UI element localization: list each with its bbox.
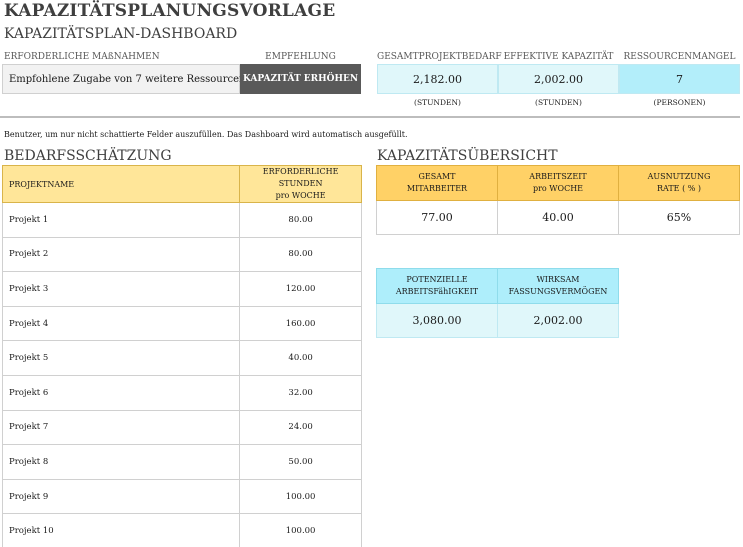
project-name-cell[interactable]: Projekt 10 — [1, 513, 241, 547]
col-required-hours-line1: ERFORDERLICHE STUNDEN — [262, 167, 339, 188]
project-name-cell[interactable]: Projekt 1 — [1, 202, 241, 238]
required-hours-cell[interactable]: 24.00 — [239, 409, 362, 446]
total-demand-label: GESAMTPROJEKTBEDARF — [377, 52, 502, 62]
col-potential-capacity: POTENZIELLE ARBEITSFähIGKEIT — [376, 268, 498, 304]
table-row: Projekt 7 24.00 — [1, 409, 362, 446]
capacity-potential-table: POTENZIELLE ARBEITSFähIGKEIT WIRKSAM FASSU… — [376, 268, 619, 338]
actions-label: ERFORDERLICHE MAßNAHMEN — [4, 52, 160, 62]
table-row: Projekt 9 100.00 — [1, 478, 362, 515]
total-demand-unit: (STUNDEN) — [414, 98, 461, 107]
resource-shortage-unit: (PERSONEN) — [653, 98, 706, 107]
effective-capacity-total: 2,002.00 — [497, 303, 619, 338]
table-row: Projekt 5 40.00 — [1, 340, 362, 376]
project-name-cell[interactable]: Projekt 3 — [1, 271, 241, 307]
project-name-cell[interactable]: Projekt 9 — [1, 478, 241, 515]
required-hours-cell[interactable]: 160.00 — [239, 305, 362, 342]
page-subtitle: KAPAZITÄTSPLAN-DASHBOARD — [4, 26, 238, 42]
effective-capacity-label: EFFEKTIVE KAPAZITÄT — [503, 52, 614, 62]
table-row: Projekt 6 32.00 — [1, 374, 362, 411]
col-required-hours-line2: pro WOCHE — [275, 191, 326, 200]
demand-section-title: BEDARFSSCHÄTZUNG — [4, 148, 172, 164]
action-text: Empfohlene Zugabe von 7 weitere Ressourc… — [2, 64, 249, 94]
col-total-employees: GESAMT MITARBEITER — [376, 165, 498, 201]
total-demand-value: 2,182.00 — [377, 64, 498, 94]
col-effective-capacity: WIRKSAM FASSUNGSVERMÖGEN — [497, 268, 619, 304]
table-row: Projekt 2 80.00 — [1, 236, 362, 273]
capacity-summary-table: GESAMT MITARBEITER ARBEITSZEIT pro WOCHE A… — [376, 165, 740, 235]
required-hours-cell[interactable]: 80.00 — [239, 236, 362, 273]
capacity-section-title: KAPAZITÄTSÜBERSICHT — [377, 148, 558, 164]
project-name-cell[interactable]: Projekt 5 — [1, 340, 241, 376]
potential-capacity-value: 3,080.00 — [376, 303, 498, 338]
required-hours-cell[interactable]: 32.00 — [239, 374, 362, 411]
table-row: Projekt 3 120.00 — [1, 271, 362, 307]
project-name-cell[interactable]: Projekt 8 — [1, 444, 241, 480]
required-hours-cell[interactable]: 80.00 — [239, 202, 362, 238]
table-row: Projekt 10 100.00 — [1, 513, 362, 547]
required-hours-cell[interactable]: 100.00 — [239, 478, 362, 515]
effective-capacity-unit: (STUNDEN) — [535, 98, 582, 107]
project-name-cell[interactable]: Projekt 4 — [1, 305, 241, 342]
increase-capacity-button[interactable]: KAPAZITÄT ERHÖHEN — [240, 64, 361, 94]
instruction-text: Benutzer, um nur nicht schattierte Felde… — [4, 130, 408, 139]
required-hours-cell[interactable]: 40.00 — [239, 340, 362, 376]
required-hours-cell[interactable]: 120.00 — [239, 271, 362, 307]
resource-shortage-value: 7 — [619, 64, 740, 94]
page-title: KAPAZITÄTSPLANUNGSVORLAGE — [4, 1, 336, 21]
col-utilization-rate: AUSNUTZUNG RATE ( % ) — [618, 165, 740, 201]
demand-table: PROJEKTNAME ERFORDERLICHE STUNDEN pro WO… — [1, 165, 362, 547]
hours-per-week-input[interactable]: 40.00 — [497, 200, 619, 235]
required-hours-cell[interactable]: 50.00 — [239, 444, 362, 480]
table-row: Projekt 8 50.00 — [1, 444, 362, 480]
required-hours-cell[interactable]: 100.00 — [239, 513, 362, 547]
total-employees-input[interactable]: 77.00 — [376, 200, 498, 235]
col-project-name: PROJEKTNAME — [1, 165, 241, 203]
col-required-hours: ERFORDERLICHE STUNDEN pro WOCHE — [239, 165, 362, 203]
resource-shortage-label: RESSOURCENMANGEL — [623, 52, 736, 62]
project-name-cell[interactable]: Projekt 2 — [1, 236, 241, 273]
effective-capacity-value: 2,002.00 — [498, 64, 619, 94]
recommendation-label: EMPFEHLUNG — [265, 52, 336, 62]
table-row: Projekt 4 160.00 — [1, 305, 362, 342]
table-row: Projekt 1 80.00 — [1, 202, 362, 238]
project-name-cell[interactable]: Projekt 7 — [1, 409, 241, 446]
utilization-rate-input[interactable]: 65% — [618, 200, 740, 235]
divider — [0, 116, 740, 118]
project-name-cell[interactable]: Projekt 6 — [1, 374, 241, 411]
col-hours-per-week: ARBEITSZEIT pro WOCHE — [497, 165, 619, 201]
